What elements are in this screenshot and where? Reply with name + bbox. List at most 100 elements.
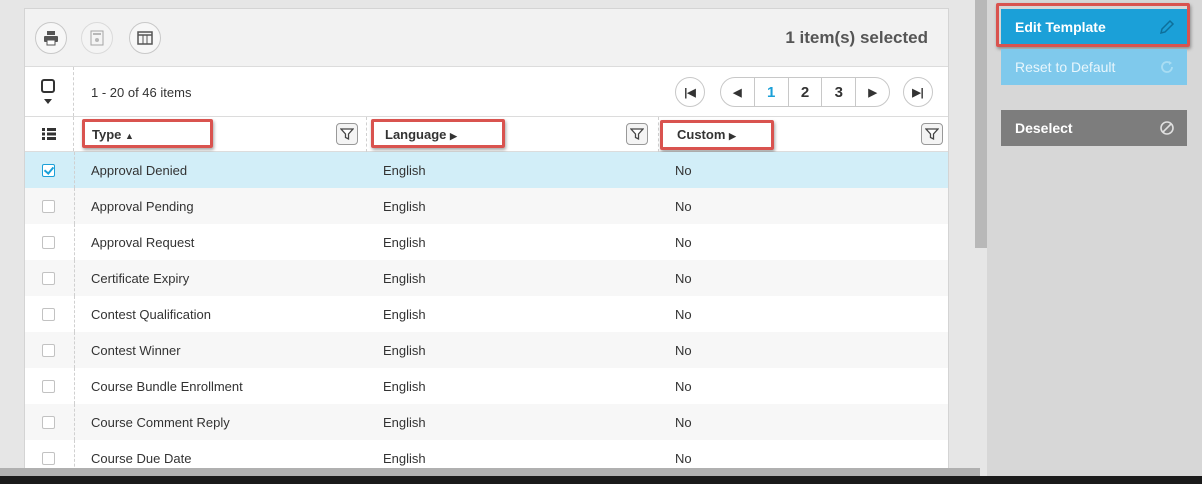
custom-cell: No [675, 415, 692, 430]
pager-row: 1 - 20 of 46 items |◀ ◀ 1 2 3 ▶ ▶| [25, 67, 948, 117]
type-cell: Approval Pending [91, 199, 194, 214]
row-checkbox[interactable] [42, 344, 55, 357]
export-button[interactable] [81, 22, 113, 54]
type-cell: Course Due Date [91, 451, 192, 466]
deselect-label: Deselect [1015, 120, 1073, 136]
table-row[interactable]: Contest Qualification English No [25, 296, 948, 332]
row-checkbox[interactable] [42, 308, 55, 321]
reset-label: Reset to Default [1015, 59, 1116, 75]
table-row[interactable]: Certificate Expiry English No [25, 260, 948, 296]
language-cell: English [383, 235, 426, 250]
column-header-language[interactable]: Language ▶ [367, 117, 659, 152]
language-cell: English [383, 163, 426, 178]
column-header-type[interactable]: Type ▲ [74, 117, 367, 152]
table-row[interactable]: Approval Denied English No [25, 152, 948, 188]
table-row[interactable]: Course Comment Reply English No [25, 404, 948, 440]
table-row[interactable]: Approval Request English No [25, 224, 948, 260]
pencil-icon [1159, 19, 1175, 35]
type-cell: Course Comment Reply [91, 415, 230, 430]
custom-cell: No [675, 307, 692, 322]
next-page-button[interactable]: ▶ [856, 78, 889, 106]
language-header-label: Language ▶ [385, 127, 457, 142]
type-cell: Approval Denied [91, 163, 188, 178]
custom-cell: No [675, 379, 692, 394]
refresh-icon [1161, 61, 1173, 73]
first-page-button[interactable]: |◀ [675, 77, 705, 107]
print-button[interactable] [35, 22, 67, 54]
row-checkbox[interactable] [42, 380, 55, 393]
select-all-checkbox[interactable] [41, 79, 55, 93]
custom-cell: No [675, 271, 692, 286]
reset-to-default-button[interactable]: Reset to Default [1001, 49, 1187, 85]
edit-template-button[interactable]: Edit Template [1001, 9, 1187, 45]
row-checkbox[interactable] [42, 416, 55, 429]
custom-cell: No [675, 163, 692, 178]
column-header-row: Type ▲ Language ▶ Custom ▶ [25, 117, 948, 152]
language-cell: English [383, 307, 426, 322]
deselect-button[interactable]: Deselect [1001, 110, 1187, 146]
row-checkbox[interactable] [42, 200, 55, 213]
type-header-label: Type ▲ [92, 127, 134, 142]
type-cell: Contest Winner [91, 343, 181, 358]
type-cell: Contest Qualification [91, 307, 211, 322]
table-row[interactable]: Course Bundle Enrollment English No [25, 368, 948, 404]
select-menu-caret-icon[interactable] [44, 99, 52, 104]
items-count: 1 - 20 of 46 items [91, 85, 192, 100]
row-checkbox[interactable] [42, 236, 55, 249]
sort-none-icon: ▶ [729, 131, 736, 141]
language-cell: English [383, 379, 426, 394]
vertical-scrollbar[interactable] [975, 0, 987, 248]
language-cell: English [383, 199, 426, 214]
type-filter-button[interactable] [336, 123, 358, 145]
type-cell: Certificate Expiry [91, 271, 190, 286]
row-checkbox[interactable] [42, 452, 55, 465]
action-sidebar: Edit Template Reset to Default Deselect [987, 0, 1202, 484]
last-page-button[interactable]: ▶| [903, 77, 933, 107]
language-cell: English [383, 271, 426, 286]
select-column [25, 67, 74, 116]
prev-page-icon: ◀ [733, 86, 742, 99]
columns-icon [137, 31, 153, 45]
language-cell: English [383, 451, 426, 466]
language-cell: English [383, 415, 426, 430]
list-icon[interactable] [42, 128, 56, 140]
edit-template-label: Edit Template [1015, 19, 1106, 35]
grid-toolbar: 1 item(s) selected [25, 9, 948, 67]
next-page-icon: ▶ [868, 86, 877, 99]
page-navigator: ◀ 1 2 3 ▶ [720, 77, 890, 107]
table-row[interactable]: Approval Pending English No [25, 188, 948, 224]
grid-panel: 1 item(s) selected 1 - 20 of 46 items |◀… [24, 8, 949, 484]
export-icon [90, 30, 104, 46]
row-checkbox[interactable] [42, 272, 55, 285]
filter-icon [925, 128, 939, 141]
language-filter-button[interactable] [626, 123, 648, 145]
page-3-button[interactable]: 3 [822, 78, 857, 106]
custom-header-label: Custom ▶ [677, 127, 736, 142]
page-1-button[interactable]: 1 [755, 78, 789, 106]
column-header-custom[interactable]: Custom ▶ [659, 117, 948, 152]
cancel-icon [1160, 121, 1174, 135]
page-2-button[interactable]: 2 [789, 78, 823, 106]
sort-none-icon: ▶ [450, 131, 457, 141]
last-page-icon: ▶| [912, 86, 924, 99]
custom-cell: No [675, 235, 692, 250]
custom-cell: No [675, 451, 692, 466]
window-bottom-edge [0, 476, 1202, 484]
type-cell: Approval Request [91, 235, 195, 250]
grid-body: Approval Denied English No Approval Pend… [25, 152, 948, 476]
custom-cell: No [675, 343, 692, 358]
filter-icon [630, 128, 644, 141]
custom-cell: No [675, 199, 692, 214]
prev-page-button[interactable]: ◀ [721, 78, 755, 106]
table-row[interactable]: Contest Winner English No [25, 332, 948, 368]
first-page-icon: |◀ [684, 86, 696, 99]
language-cell: English [383, 343, 426, 358]
selected-count: 1 item(s) selected [785, 28, 928, 47]
print-icon [44, 31, 58, 46]
filter-icon [340, 128, 354, 141]
row-checkbox[interactable] [42, 164, 55, 177]
type-cell: Course Bundle Enrollment [91, 379, 243, 394]
sort-asc-icon: ▲ [125, 131, 134, 141]
custom-filter-button[interactable] [921, 123, 943, 145]
columns-button[interactable] [129, 22, 161, 54]
